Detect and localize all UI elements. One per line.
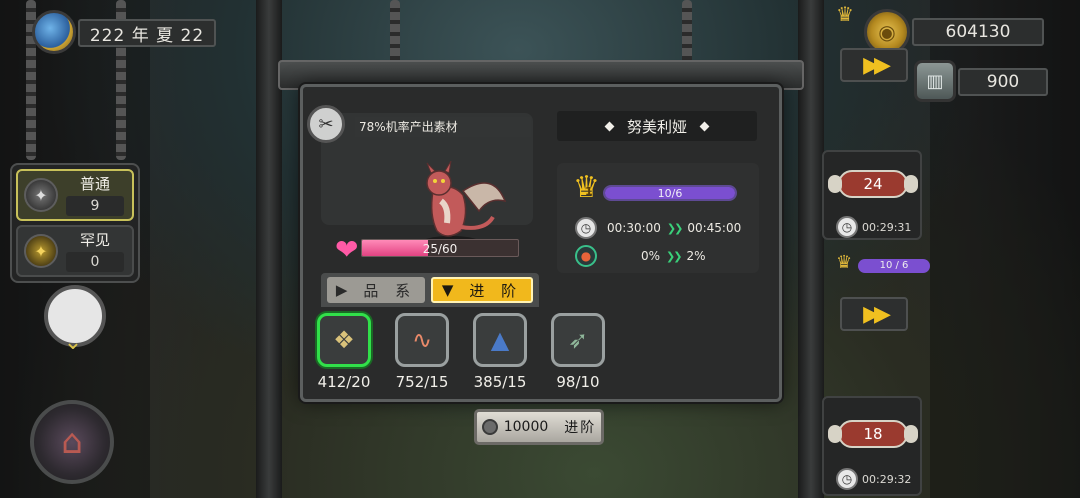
- timer-text: 00:29:31: [862, 220, 912, 234]
- dragon-illustration: [421, 161, 507, 250]
- gold-nugget-icon: ❖: [317, 313, 371, 367]
- time-to: 00:45:00: [687, 221, 742, 235]
- barrel-icon: ▥: [914, 60, 956, 102]
- material-item[interactable]: ❖ 412/20: [315, 313, 373, 391]
- rarity-label: 罕见: [79, 231, 110, 249]
- material-icon: ✂: [307, 105, 345, 143]
- bone-badge: 24: [828, 170, 918, 198]
- silver-coin-icon: [481, 419, 498, 435]
- rarity-label: 普通: [79, 175, 110, 193]
- material-item[interactable]: ▲ 385/15: [471, 313, 529, 391]
- rate-to: 2%: [686, 249, 706, 263]
- exp-bar: 10/6: [603, 185, 737, 201]
- rate-from: 0%: [641, 249, 661, 263]
- dragon-advance-dialog: ✂ 78%机率产出素材 ❤ 25/60 努美利娅 ♛ 1 10/6 ◷ 00:3…: [300, 84, 782, 402]
- level-number: 1: [585, 185, 593, 198]
- advance-button[interactable]: 10000 进阶: [474, 409, 604, 445]
- fast-forward-button[interactable]: ▶▶: [840, 297, 908, 331]
- rarity-common-button[interactable]: ✦ 普通 9: [16, 169, 134, 221]
- clock-icon: ◷: [836, 468, 858, 490]
- side-timer: ◷ 00:29:31: [836, 216, 911, 238]
- gold-leaf-icon: ✦: [24, 234, 58, 268]
- side-card[interactable]: 24 ◷ 00:29:31: [822, 150, 922, 240]
- material-item[interactable]: ∿ 752/15: [393, 313, 451, 391]
- play-icon: ▶: [335, 281, 354, 299]
- time-from: 00:30:00: [607, 221, 661, 235]
- exp-text: 10/6: [657, 187, 683, 200]
- chevron-down-icon: ▼: [441, 281, 460, 299]
- worm-icon: ∿: [395, 313, 449, 367]
- rarity-filter-panel: ✦ 普通 9 ✦ 罕见 0: [10, 163, 140, 283]
- fast-forward-button[interactable]: ▶▶: [840, 48, 908, 82]
- crown-icon: ♛: [836, 252, 853, 273]
- side-exp-text: 10 / 6: [879, 260, 909, 271]
- season-icon: [32, 10, 76, 54]
- dragon-name-plate: 努美利娅: [557, 111, 757, 141]
- tab-bar: ▶ 品 系 ▼ 进 阶: [321, 273, 539, 307]
- meat-icon: ●: [575, 245, 597, 267]
- clock-icon: ◷: [575, 217, 597, 239]
- gold-amount: 604130: [912, 18, 1044, 46]
- clock-icon: ◷: [836, 216, 858, 238]
- rarity-count: 0: [66, 252, 124, 272]
- time-stat-row: ◷ 00:30:00 ❯❯ 00:45:00: [575, 217, 755, 239]
- side-timer: ◷ 00:29:32: [836, 468, 911, 490]
- crown-icon: ♛: [836, 2, 854, 26]
- heart-icon: ❤: [335, 233, 359, 266]
- material-count: 752/15: [395, 373, 449, 391]
- barrel-amount: 900: [958, 68, 1048, 96]
- material-items: ❖ 412/20 ∿ 752/15 ▲ 385/15 ➶ 98/10: [311, 313, 641, 395]
- blue-hat-icon: ▲: [473, 313, 527, 367]
- advance-cost: 10000: [503, 419, 549, 435]
- tab-lineage[interactable]: ▶ 品 系: [327, 277, 425, 303]
- material-drop-rate: 78%机率产出素材: [355, 117, 531, 137]
- affection-text: 25/60: [422, 242, 458, 256]
- house-icon[interactable]: ⌂: [30, 400, 114, 484]
- side-card[interactable]: 18 ◷ 00:29:32: [822, 396, 922, 496]
- material-count: 385/15: [473, 373, 527, 391]
- diamond-icon: [604, 121, 615, 131]
- diamond-icon: [699, 121, 710, 131]
- bone-badge: 18: [828, 420, 918, 448]
- feather-icon: ➶: [551, 313, 605, 367]
- material-count: 98/10: [556, 373, 600, 391]
- advance-label: 进阶: [564, 420, 597, 436]
- tab-label: 品 系: [363, 281, 417, 300]
- rarity-count: 9: [66, 196, 124, 216]
- side-exp-bar: 10 / 6: [858, 259, 930, 273]
- tab-label: 进 阶: [469, 281, 523, 300]
- gray-leaf-icon: ✦: [24, 178, 58, 212]
- timer-text: 00:29:32: [862, 472, 912, 486]
- affection-bar: 25/60: [361, 239, 519, 257]
- rate-stat-row: ● 0% ❯❯ 2%: [575, 245, 755, 267]
- material-count: 412/20: [317, 373, 371, 391]
- double-arrow-icon: ❯❯: [666, 249, 683, 263]
- tab-advance[interactable]: ▼ 进 阶: [431, 277, 533, 303]
- dragon-name: 努美利娅: [626, 117, 687, 136]
- double-arrow-icon: ❯❯: [666, 221, 684, 235]
- chevron-down-icon: ⌄: [63, 330, 83, 355]
- rarity-rare-button[interactable]: ✦ 罕见 0: [16, 225, 134, 277]
- date-display: 222 年 夏 22: [78, 19, 216, 47]
- stats-panel: ♛ 1 10/6 ◷ 00:30:00 ❯❯ 00:45:00 ● 0% ❯❯ …: [557, 163, 759, 273]
- material-item[interactable]: ➶ 98/10: [549, 313, 607, 391]
